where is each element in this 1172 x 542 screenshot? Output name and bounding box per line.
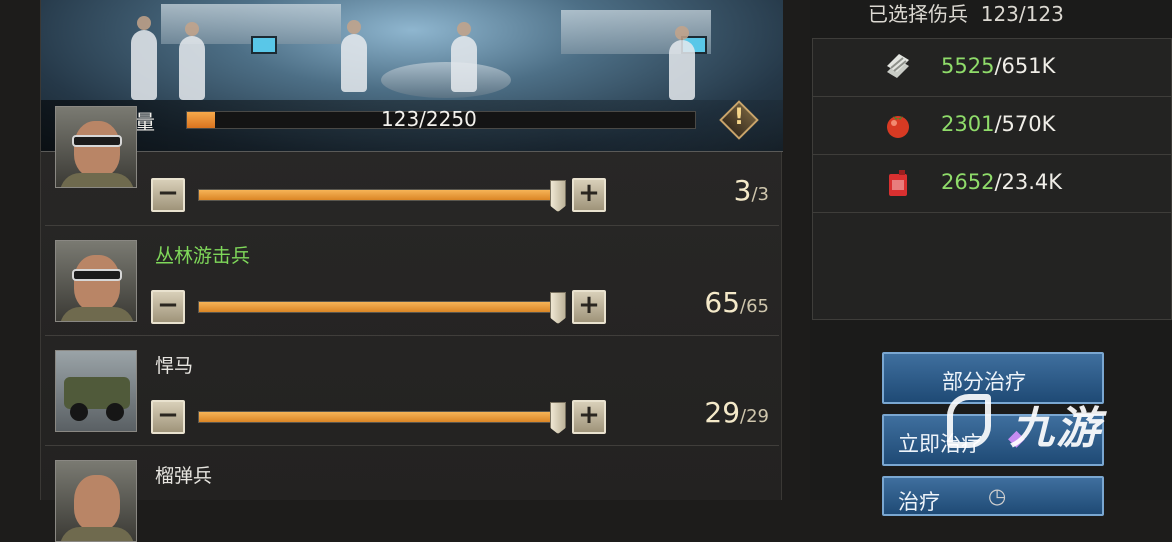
heal-button[interactable]: 治疗 ◷ — [882, 476, 1104, 516]
resource-amount: 2301/570K — [941, 112, 1056, 136]
resource-row: 2301/570K — [813, 97, 1171, 155]
slider-handle[interactable] — [550, 292, 566, 324]
resource-amount: 5525/651K — [941, 54, 1056, 78]
decrease-button[interactable]: − — [151, 178, 185, 212]
heal-summary-panel: 已选择伤兵 123/123 5525/651K 2301/570K 2652/2… — [810, 0, 1172, 516]
unit-slider-fill — [199, 302, 557, 312]
resource-cost-box: 5525/651K 2301/570K 2652/23.4K — [812, 38, 1172, 320]
decrease-button[interactable]: − — [151, 290, 185, 324]
watermark-text: 九游 — [1010, 403, 1102, 454]
unit-portrait — [55, 106, 137, 188]
unit-portrait — [55, 460, 137, 542]
increase-button[interactable]: + — [572, 290, 606, 324]
unit-slider[interactable] — [198, 189, 558, 201]
selected-wounded: 已选择伤兵 123/123 — [868, 2, 1064, 26]
unit-slider[interactable] — [198, 411, 558, 423]
unit-portrait — [55, 350, 137, 432]
watermark-logo-icon — [947, 394, 991, 448]
scientist-figure — [131, 16, 157, 100]
resource-amount: 2652/23.4K — [941, 170, 1063, 194]
unit-count: 29/29 — [704, 396, 769, 429]
scientist-figure — [179, 22, 205, 100]
unit-name: 丛林游击兵 — [155, 245, 251, 267]
unit-slider-fill — [199, 190, 557, 200]
slider-handle[interactable] — [550, 180, 566, 212]
increase-button[interactable]: + — [572, 178, 606, 212]
unit-name: 悍马 — [155, 355, 194, 377]
unit-count: 65/65 — [704, 286, 769, 319]
scientist-figure — [341, 20, 367, 92]
unit-row: 丛林游击兵 − + 65/65 — [45, 228, 779, 336]
unit-name: 榴弹兵 — [155, 465, 213, 487]
decrease-button[interactable]: − — [151, 400, 185, 434]
fuel-can-icon — [889, 170, 907, 196]
tomato-food-icon — [887, 116, 909, 138]
stone-bars-icon — [887, 54, 909, 78]
resource-row: 2652/23.4K — [813, 155, 1171, 213]
unit-count: 3/3 — [733, 174, 769, 207]
unit-slider[interactable] — [198, 301, 558, 313]
resource-row: 5525/651K — [813, 39, 1171, 97]
wounded-units-panel: 伤兵容量 123/2250 ! − + 3/3 丛林游击兵 − + 65/65 — [40, 0, 783, 542]
scientist-figure — [451, 22, 477, 92]
lab-table-image — [381, 62, 511, 98]
lab-monitor-image — [251, 36, 277, 54]
slider-handle[interactable] — [550, 402, 566, 434]
scientist-figure — [669, 26, 695, 100]
increase-button[interactable]: + — [572, 400, 606, 434]
unit-row: 悍马 − + 29/29 — [45, 338, 779, 446]
unit-row: 榴弹兵 — [45, 448, 779, 542]
unit-slider-fill — [199, 412, 557, 422]
unit-portrait — [55, 240, 137, 322]
unit-row: − + 3/3 — [45, 106, 779, 226]
clock-icon: ◷ — [988, 484, 1007, 508]
